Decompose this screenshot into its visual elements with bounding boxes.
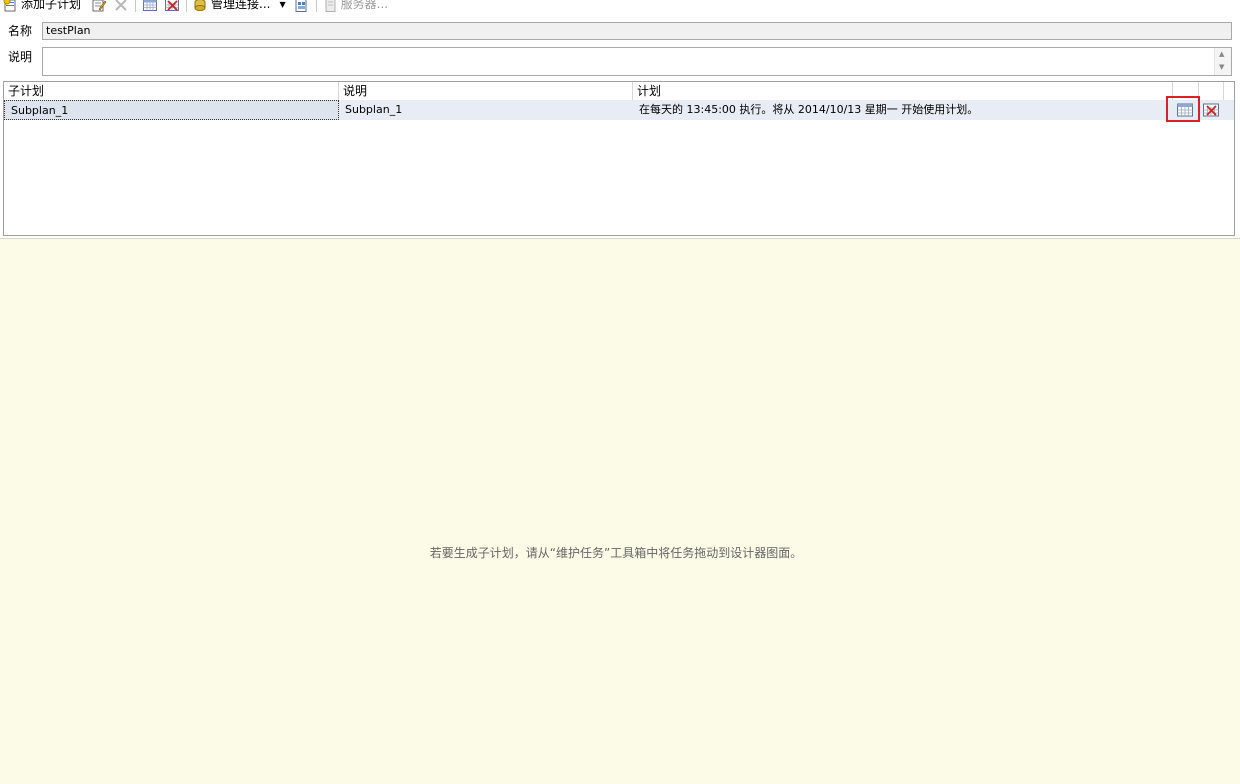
- toolbar-separator: [186, 0, 188, 12]
- column-header-subplan[interactable]: 子计划: [4, 82, 339, 100]
- toolbar: 添加子计划 管理连接... ▼ 服务器...: [0, 0, 1240, 13]
- grid-header: 子计划 说明 计划: [4, 82, 1234, 101]
- server-label: 服务器...: [340, 0, 389, 11]
- remove-schedule-icon: [1203, 103, 1219, 117]
- cell-subplan[interactable]: Subplan_1: [4, 100, 339, 120]
- reporting-button[interactable]: [291, 0, 313, 13]
- add-subplan-icon: [3, 0, 16, 11]
- subplan-properties-button[interactable]: [88, 0, 110, 13]
- remove-schedule-button[interactable]: [1202, 102, 1220, 118]
- toolbar-separator: [135, 0, 137, 12]
- cell-schedule[interactable]: 在每天的 13:45:00 执行。将从 2014/10/13 星期一 开始使用计…: [633, 100, 1173, 120]
- schedule-calendar-icon: [143, 0, 158, 11]
- delete-subplan-button[interactable]: [110, 0, 132, 13]
- server-button[interactable]: 服务器...: [320, 0, 391, 13]
- designer-hint: 若要生成子计划，请从“维护任务”工具箱中将任务拖动到设计器图面。: [429, 546, 803, 560]
- name-field[interactable]: testPlan: [42, 22, 1232, 40]
- add-subplan-label: 添加子计划: [21, 0, 82, 11]
- description-scrollbar[interactable]: ▲ ▼: [1214, 48, 1231, 75]
- highlight-box: [1166, 96, 1200, 122]
- add-subplan-button[interactable]: 添加子计划: [0, 0, 84, 13]
- server-icon: [325, 0, 336, 12]
- name-label: 名称: [8, 24, 33, 38]
- column-header-description[interactable]: 说明: [339, 82, 633, 100]
- toolbar-separator: [315, 0, 317, 12]
- column-header-remove-action: [1199, 82, 1224, 100]
- remove-schedule-button[interactable]: [161, 0, 183, 13]
- chevron-down-icon[interactable]: ▼: [279, 0, 285, 9]
- scroll-up-icon[interactable]: ▲: [1219, 50, 1224, 58]
- reporting-icon: [295, 0, 307, 12]
- description-label: 说明: [8, 50, 33, 64]
- remove-schedule-icon: [165, 0, 180, 11]
- subplan-grid: 子计划 说明 计划 Subplan_1 Subplan_1 在每天的 13:45…: [3, 81, 1235, 236]
- edit-properties-icon: [92, 0, 107, 11]
- manage-connections-label: 管理连接...: [211, 0, 271, 11]
- column-header-schedule[interactable]: 计划: [633, 82, 1173, 100]
- cell-description[interactable]: Subplan_1: [339, 100, 633, 120]
- manage-connections-button[interactable]: 管理连接... ▼: [190, 0, 291, 13]
- table-row[interactable]: Subplan_1 Subplan_1 在每天的 13:45:00 执行。将从 …: [4, 100, 1234, 120]
- scroll-down-icon[interactable]: ▼: [1219, 63, 1224, 71]
- subplan-schedule-button[interactable]: [139, 0, 161, 13]
- description-field[interactable]: ▲ ▼: [42, 47, 1232, 76]
- delete-icon: [115, 0, 127, 11]
- designer-surface[interactable]: 若要生成子计划，请从“维护任务”工具箱中将任务拖动到设计器图面。: [0, 238, 1240, 784]
- manage-connections-icon: [194, 0, 206, 11]
